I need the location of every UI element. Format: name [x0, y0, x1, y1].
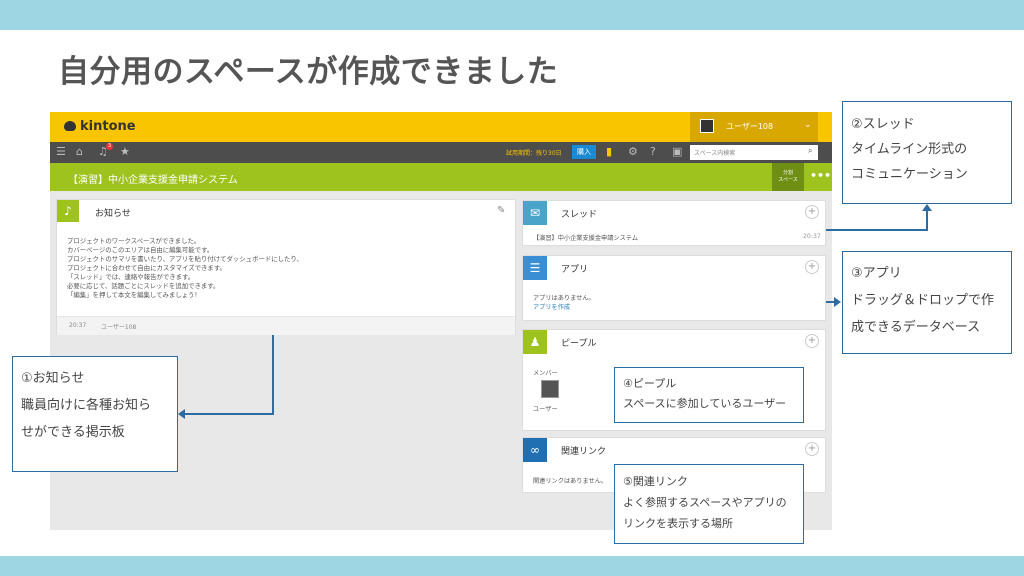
create-app-link[interactable]: アプリを作成: [533, 302, 570, 311]
notice-footer: 20:37 ユーザー108: [57, 316, 515, 335]
space-name: 【演習】中小企業支援金申請システム: [68, 175, 238, 186]
apps-empty-text: アプリはありません。: [533, 295, 595, 302]
kintone-logo[interactable]: kintone: [64, 119, 136, 134]
notification-badge: 3: [106, 143, 113, 150]
notice-callout-line: 職員向けに各種お知ら: [21, 398, 152, 413]
thread-icon: ✉: [523, 201, 547, 225]
thread-panel: ✉ スレッド + 【演習】中小企業支援金申請システム 20:37: [522, 200, 826, 246]
add-link-button[interactable]: +: [805, 442, 819, 456]
notice-line: プロジェクトに合わせて自由にカスタマイズできます。: [67, 264, 226, 272]
add-member-button[interactable]: +: [805, 334, 819, 348]
slide-title: 自分用のスペースが作成できました: [58, 54, 559, 90]
guide-icon[interactable]: ▮: [606, 145, 612, 158]
thread-time: 20:37: [803, 233, 821, 240]
notice-connector-line: [184, 413, 274, 415]
links-title: 関連リンク: [561, 447, 607, 457]
member-avatar-icon[interactable]: [541, 380, 559, 398]
search-input[interactable]: スペース内検索: [690, 145, 818, 160]
trial-text: 試用期間：残り30日: [506, 150, 562, 157]
apps-title: アプリ: [561, 265, 589, 275]
gear-icon[interactable]: ⚙: [628, 145, 638, 158]
notice-callout-line: ①お知らせ: [21, 371, 85, 386]
notice-connector-line: [272, 335, 274, 415]
logo-mark-icon: [64, 121, 76, 131]
add-app-button[interactable]: +: [805, 260, 819, 274]
apps-callout-line: ③アプリ: [851, 266, 902, 281]
member-name[interactable]: ユーザー: [533, 404, 558, 413]
thread-callout-line: タイムライン形式の: [851, 142, 968, 157]
kintone-header: kintone ユーザー108 ⌄: [50, 112, 832, 142]
links-callout-line: よく参照するスペースやアプリの: [623, 496, 787, 509]
top-band: [0, 0, 1024, 30]
search-icon[interactable]: ⌕: [808, 146, 812, 156]
apps-callout: ③アプリ ドラッグ＆ドロップで作 成できるデータベース: [842, 251, 1012, 354]
thread-connector-line: [826, 229, 928, 231]
thread-title: スレッド: [561, 210, 598, 220]
notice-line: プロジェクトのワークスペースができました。: [67, 237, 201, 245]
thread-callout: ②スレッド タイムライン形式の コミュニケーション: [842, 101, 1012, 204]
logo-text: kintone: [80, 119, 136, 134]
links-callout-line: リンクを表示する場所: [623, 517, 733, 530]
chevron-down-icon: ⌄: [804, 120, 812, 130]
user-avatar-icon: [700, 119, 714, 133]
menu-icon[interactable]: ☰: [56, 145, 66, 158]
people-icon: ♟: [523, 330, 547, 354]
apps-callout-line: ドラッグ＆ドロップで作: [851, 293, 995, 308]
thread-item[interactable]: 【演習】中小企業支援金申請システム: [533, 233, 638, 242]
notice-line: 必要に応じて、話題ごとにスレッドを追加できます。: [67, 282, 220, 290]
apps-panel: ☰ アプリ + アプリはありません。 アプリを作成: [522, 255, 826, 321]
toolbar: ☰ ⌂ ♫ 3 ★ 試用期間：残り30日 購入 ▮ ⚙ ? ▣ スペース内検索 …: [50, 142, 832, 163]
members-label: メンバー: [533, 370, 558, 377]
thread-callout-line: コミュニケーション: [851, 167, 968, 182]
links-callout-line: ⑤関連リンク: [623, 475, 688, 488]
bell-icon: ♪: [57, 200, 79, 222]
star-icon[interactable]: ★: [120, 145, 130, 158]
thread-callout-line: ②スレッド: [851, 117, 915, 132]
notice-user[interactable]: ユーザー108: [101, 322, 136, 331]
arrowhead-icon: [922, 204, 932, 211]
people-callout-line: ④ピープル: [623, 377, 677, 390]
people-callout-line: スペースに参加しているユーザー: [623, 397, 787, 410]
split-space-button[interactable]: 分割 スペース: [772, 163, 804, 191]
notice-panel: ♪ お知らせ ✎ プロジェクトのワークスペースができました。 カバーページのこの…: [56, 199, 516, 335]
notice-line: 「スレッド」では、連絡や報告ができます。: [67, 273, 195, 281]
notice-line: カバーページのこのエリアは自由に編集可能です。: [67, 246, 214, 254]
notice-callout-line: せができる掲示板: [21, 425, 125, 440]
space-header: 【演習】中小企業支援金申請システム 分割 スペース •••: [50, 163, 832, 191]
notice-line: 「編集」を押して本文を編集してみましょう！: [67, 291, 201, 299]
arrowhead-icon: [178, 409, 185, 419]
edit-icon[interactable]: ✎: [497, 205, 505, 216]
user-menu[interactable]: ユーザー108 ⌄: [690, 112, 818, 142]
thread-connector-line: [926, 211, 928, 231]
arrowhead-icon: [834, 297, 841, 307]
home-icon[interactable]: ⌂: [76, 145, 83, 158]
apps-icon[interactable]: ▣: [672, 145, 682, 158]
notice-callout: ①お知らせ 職員向けに各種お知ら せができる掲示板: [12, 356, 178, 472]
buy-button[interactable]: 購入: [572, 145, 596, 159]
add-thread-button[interactable]: +: [805, 205, 819, 219]
people-title: ピープル: [561, 339, 597, 349]
help-icon[interactable]: ?: [650, 145, 656, 158]
notice-line: プロジェクトのサマリを書いたり、アプリを貼り付けてダッシュボードにしたり、: [67, 255, 303, 263]
notice-title: お知らせ: [95, 209, 131, 219]
list-icon: ☰: [523, 256, 547, 280]
more-icon[interactable]: •••: [810, 169, 831, 182]
links-empty-text: 関連リンクはありません。: [533, 478, 608, 485]
bottom-band: [0, 556, 1024, 576]
link-icon: ∞: [523, 438, 547, 462]
user-name: ユーザー108: [726, 122, 774, 131]
links-callout: ⑤関連リンク よく参照するスペースやアプリの リンクを表示する場所: [614, 464, 804, 544]
apps-callout-line: 成できるデータベース: [851, 320, 981, 335]
people-callout: ④ピープル スペースに参加しているユーザー: [614, 367, 804, 423]
notice-time: 20:37: [69, 322, 87, 329]
